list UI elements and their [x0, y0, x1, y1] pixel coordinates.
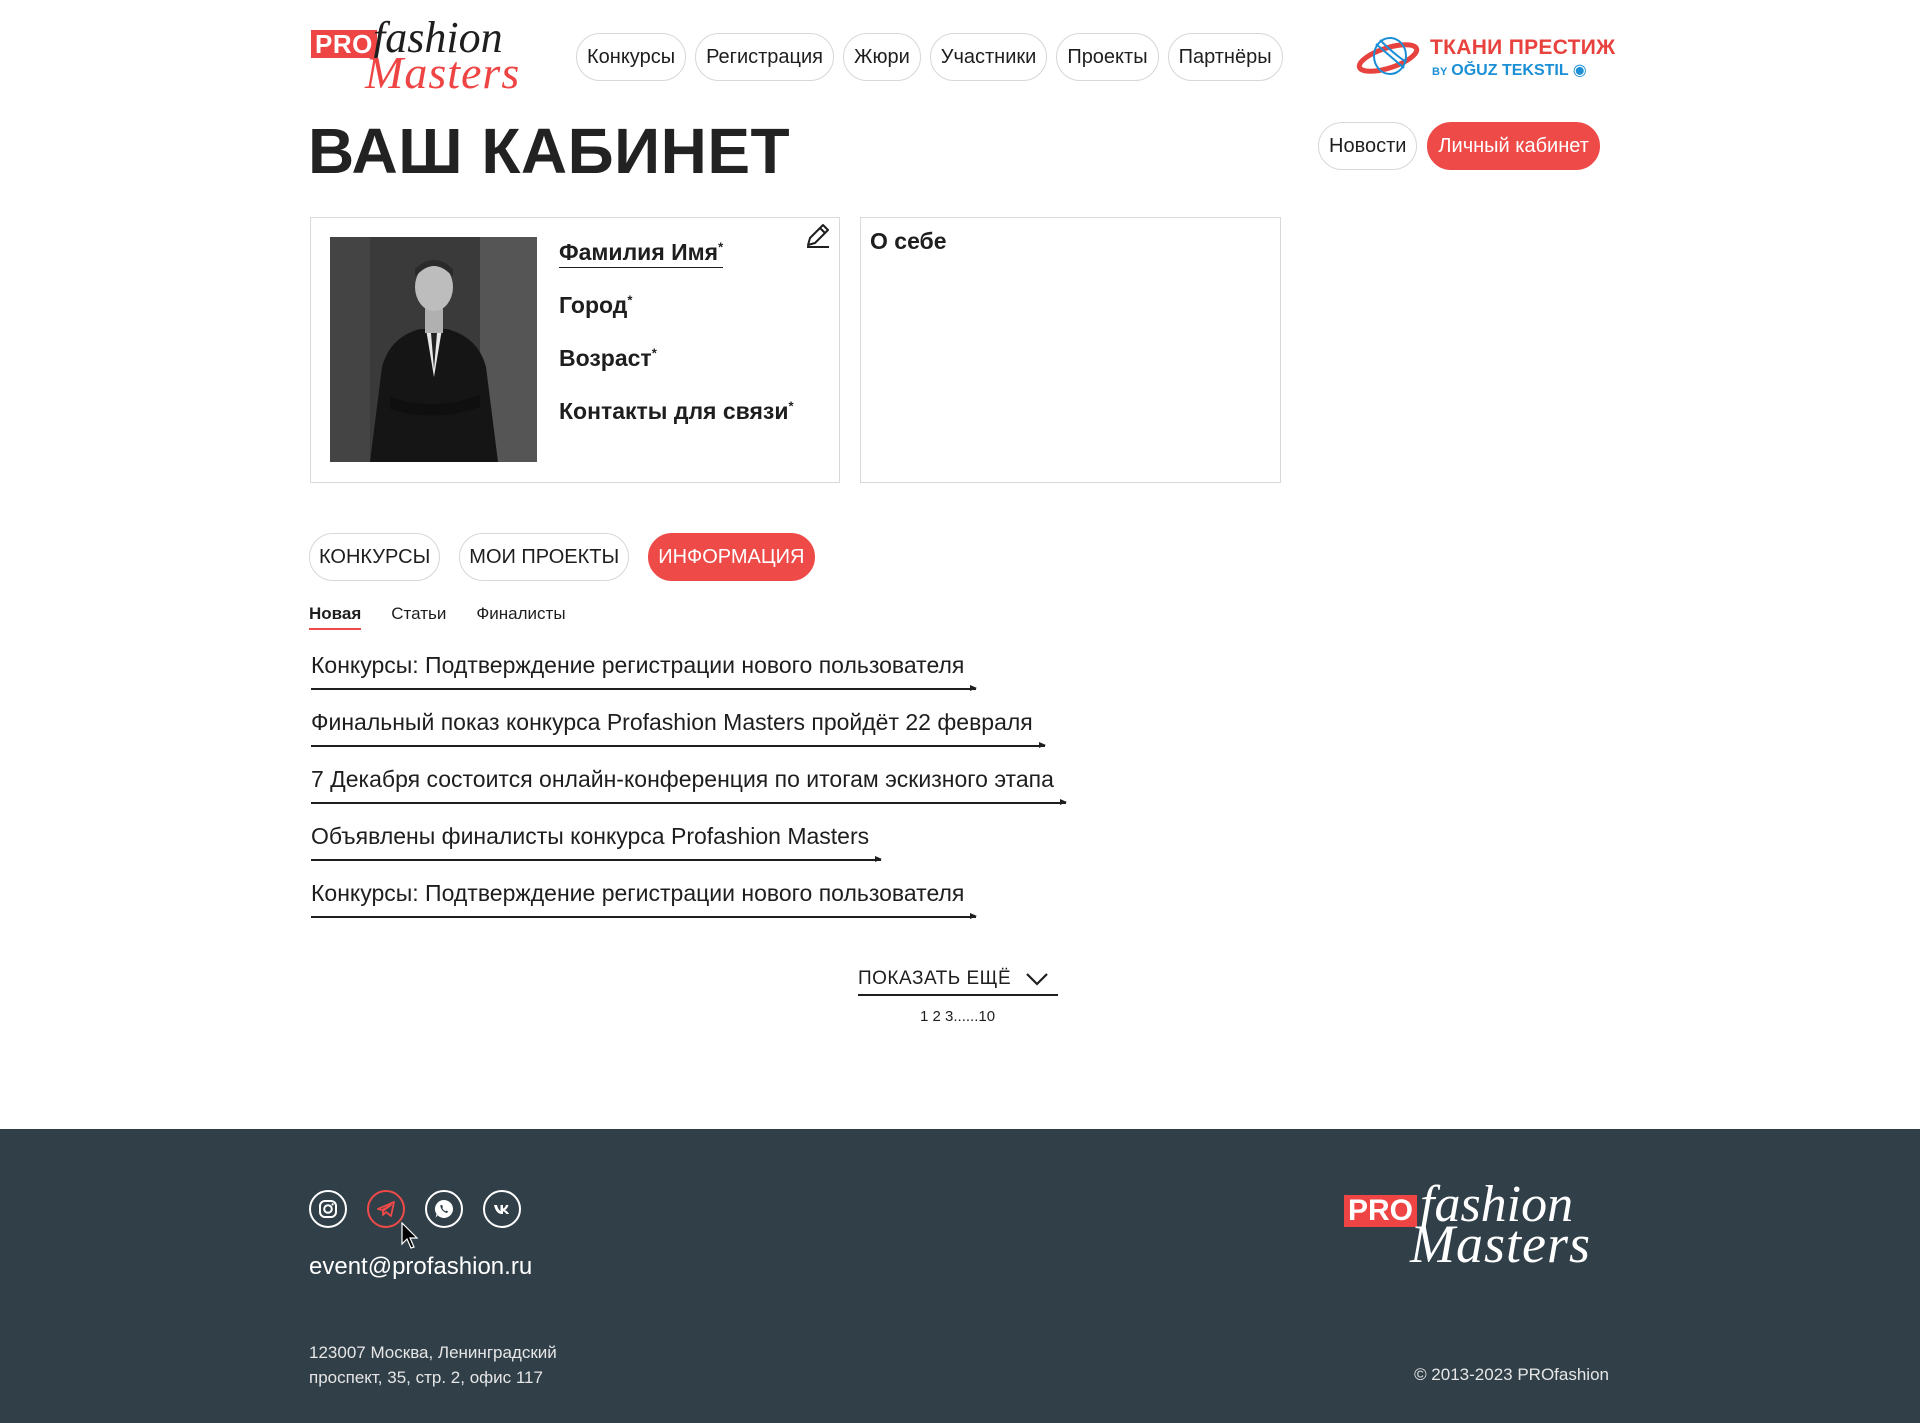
sponsor-globe-icon — [1356, 37, 1420, 75]
page-title: ВАШ КАБИНЕТ — [308, 115, 791, 187]
arrow-line-icon — [311, 742, 1046, 748]
field-city-label: Город — [559, 292, 628, 318]
arrow-line-icon — [311, 856, 882, 862]
footer-logo-pro: PRO — [1344, 1195, 1418, 1227]
sponsor-brand: BY OĞUZ TEKSTIL ◉ — [1432, 62, 1587, 79]
news-item[interactable]: Конкурсы: Подтверждение регистрации ново… — [311, 880, 1066, 937]
pagination[interactable]: 1 2 3......10 — [920, 1008, 995, 1025]
show-more-button[interactable]: ПОКАЗАТЬ ЕЩЁ — [858, 968, 1058, 996]
footer-email[interactable]: event@profashion.ru — [309, 1253, 532, 1281]
info-subtabs: Новая Статьи Финалисты — [309, 604, 566, 630]
field-city[interactable]: Город* — [559, 292, 632, 319]
news-item-title: Конкурсы: Подтверждение регистрации ново… — [311, 652, 965, 678]
footer-logo-masters: Masters — [1410, 1214, 1591, 1274]
field-contacts[interactable]: Контакты для связи* — [559, 398, 794, 425]
news-item[interactable]: Конкурсы: Подтверждение регистрации ново… — [311, 652, 1066, 709]
subtab-articles[interactable]: Статьи — [391, 604, 446, 630]
whatsapp-icon[interactable] — [425, 1190, 463, 1228]
tab-contests[interactable]: КОНКУРСЫ — [309, 533, 441, 581]
required-mark: * — [651, 345, 657, 361]
news-item[interactable]: 7 Декабря состоится онлайн-конференция п… — [311, 766, 1067, 823]
sponsor-by: BY — [1432, 66, 1448, 78]
required-mark: * — [627, 292, 633, 308]
tab-information[interactable]: ИНФОРМАЦИЯ — [648, 533, 815, 581]
news-item[interactable]: Объявлены финалисты конкурса Profashion … — [311, 823, 1066, 880]
copyright: © 2013-2023 PROfashion — [1414, 1365, 1609, 1384]
required-mark: * — [788, 398, 794, 414]
footer-logo[interactable]: PRO fashion Masters — [1340, 1175, 1610, 1271]
news-list: Конкурсы: Подтверждение регистрации ново… — [311, 652, 1067, 937]
nav-jury[interactable]: Жюри — [843, 33, 921, 81]
news-item-title: Конкурсы: Подтверждение регистрации ново… — [311, 880, 965, 906]
edit-profile-button[interactable] — [803, 220, 835, 252]
address-line-2: проспект, 35, стр. 2, офис 117 — [309, 1368, 543, 1387]
instagram-icon[interactable] — [309, 1190, 347, 1228]
subtab-finalists[interactable]: Финалисты — [476, 604, 565, 630]
nav-partners[interactable]: Партнёры — [1167, 33, 1283, 81]
arrow-line-icon — [311, 685, 977, 691]
required-mark: * — [718, 239, 724, 255]
address-line-1: 123007 Москва, Ленинградский — [309, 1343, 557, 1362]
field-full-name-label: Фамилия Имя — [559, 239, 719, 265]
sponsor-logo[interactable]: ТКАНИ ПРЕСТИЖ BY OĞUZ TEKSTIL ◉ — [1354, 34, 1615, 82]
mouse-cursor-icon — [401, 1222, 419, 1249]
nav-registration[interactable]: Регистрация — [695, 33, 834, 81]
field-full-name[interactable]: Фамилия Имя* — [559, 239, 724, 268]
site-footer: event@profashion.ru 123007 Москва, Ленин… — [0, 1129, 1920, 1423]
field-age[interactable]: Возраст* — [559, 345, 657, 372]
news-button[interactable]: Новости — [1318, 122, 1418, 170]
show-more-label: ПОКАЗАТЬ ЕЩЁ — [858, 968, 1012, 989]
arrow-line-icon — [311, 913, 977, 919]
main-nav: Конкурсы Регистрация Жюри Участники Прое… — [576, 33, 1283, 81]
news-item-title: Финальный показ конкурса Profashion Mast… — [311, 709, 1033, 735]
about-card[interactable]: О себе — [860, 217, 1281, 483]
profile-photo[interactable] — [330, 237, 537, 462]
field-contacts-label: Контакты для связи — [559, 398, 789, 424]
tab-my-projects[interactable]: МОИ ПРОЕКТЫ — [459, 533, 630, 581]
nav-projects[interactable]: Проекты — [1056, 33, 1159, 81]
news-item-title: Объявлены финалисты конкурса Profashion … — [311, 823, 870, 849]
telegram-icon[interactable] — [367, 1190, 405, 1228]
field-age-label: Возраст — [559, 345, 652, 371]
pencil-icon — [807, 224, 829, 248]
news-item-title: 7 Декабря состоится онлайн-конференция п… — [311, 766, 1054, 792]
cabinet-tabs: КОНКУРСЫ МОИ ПРОЕКТЫ ИНФОРМАЦИЯ — [309, 533, 815, 581]
nav-participants[interactable]: Участники — [929, 33, 1048, 81]
sponsor-brand-name: OĞUZ TEKSTIL — [1451, 62, 1569, 79]
top-actions: Новости Личный кабинет — [1318, 122, 1600, 170]
about-title: О себе — [870, 228, 947, 254]
vk-icon[interactable] — [483, 1190, 521, 1228]
logo-masters: Masters — [365, 47, 521, 98]
footer-address: 123007 Москва, Ленинградский проспект, 3… — [309, 1340, 557, 1390]
nav-contests[interactable]: Конкурсы — [576, 33, 687, 81]
news-item[interactable]: Финальный показ конкурса Profashion Mast… — [311, 709, 1066, 766]
chevron-down-icon — [1026, 973, 1048, 986]
profile-card: Фамилия Имя* Город* Возраст* Контакты дл… — [310, 217, 840, 483]
subtab-new[interactable]: Новая — [309, 604, 362, 630]
person-silhouette-icon — [330, 237, 537, 462]
sponsor-name: ТКАНИ ПРЕСТИЖ — [1430, 36, 1616, 59]
arrow-line-icon — [311, 799, 1067, 805]
cabinet-button[interactable]: Личный кабинет — [1427, 122, 1600, 170]
site-logo[interactable]: PRO fashion Masters — [309, 14, 529, 96]
